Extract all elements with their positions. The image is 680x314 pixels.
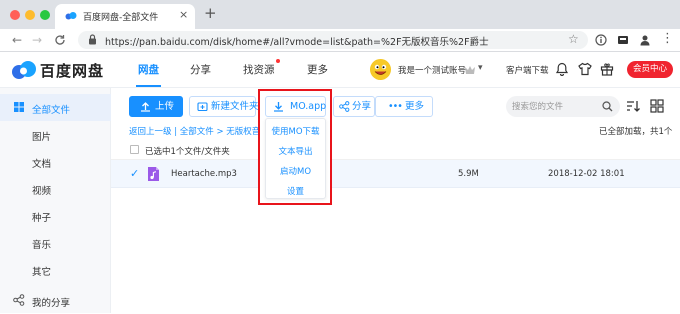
bell-icon[interactable] — [555, 62, 569, 76]
gift-icon[interactable] — [600, 62, 614, 76]
app-header: 百度网盘 网盘 分享 找资源 更多 我是一个测试账号 ▾ 客户端下载 会员中心 — [0, 52, 680, 88]
sidebar-item-documents[interactable]: 文档 — [0, 148, 111, 175]
account-chevron-down-icon[interactable]: ▾ — [478, 63, 483, 73]
sidebar-item-label: 音乐 — [32, 240, 52, 251]
sort-icon[interactable] — [626, 99, 640, 113]
profile-avatar-icon[interactable] — [639, 34, 651, 46]
more-dots-icon: ••• — [388, 101, 403, 112]
sidebar-item-other[interactable]: 其它 — [0, 256, 111, 283]
sidebar-item-images[interactable]: 图片 — [0, 121, 111, 148]
share-button[interactable]: 分享 — [333, 96, 375, 117]
search-icon[interactable] — [602, 101, 613, 112]
baidu-pan-favicon-icon — [65, 12, 77, 20]
nav-active-indicator — [136, 85, 161, 87]
baidu-pan-logo-icon[interactable] — [11, 59, 37, 81]
client-download-link[interactable]: 客户端下载 — [506, 64, 549, 76]
sidebar-item-all-files[interactable]: 全部文件 — [0, 94, 111, 121]
tab-close-icon[interactable]: × — [179, 8, 188, 21]
extension-box-icon[interactable] — [617, 34, 629, 46]
avatar[interactable] — [370, 59, 391, 80]
nav-share[interactable]: 分享 — [190, 62, 211, 77]
vip-center-button[interactable]: 会员中心 — [627, 61, 673, 78]
menu-item-settings[interactable]: 设置 — [266, 185, 325, 197]
tab-title: 百度网盘-全部文件 — [83, 13, 159, 23]
more-label: 更多 — [405, 101, 425, 112]
row-checkbox-checked-icon[interactable]: ✓ — [130, 167, 139, 180]
smiley-avatar-icon — [370, 59, 391, 80]
mo-app-button[interactable]: MO.app — [265, 96, 326, 117]
shirt-icon[interactable] — [578, 62, 592, 76]
vip-badge-icon — [465, 66, 475, 74]
window-zoom-button[interactable] — [40, 10, 50, 20]
new-folder-label: 新建文件夹 — [211, 101, 259, 112]
sidebar-item-label: 种子 — [32, 213, 52, 224]
account-name[interactable]: 我是一个测试账号 — [398, 64, 466, 76]
upload-icon — [141, 102, 150, 112]
new-folder-button[interactable]: 新建文件夹 — [189, 96, 259, 117]
file-date: 2018-12-02 18:01 — [548, 169, 625, 179]
new-tab-button[interactable]: + — [204, 6, 217, 21]
grid-view-icon[interactable] — [650, 99, 664, 113]
sidebar-item-label: 图片 — [32, 132, 52, 143]
menu-item-download-with-mo[interactable]: 使用MO下载 — [266, 125, 325, 137]
notification-dot — [276, 59, 280, 63]
reload-icon[interactable] — [54, 34, 66, 46]
files-icon — [14, 102, 24, 112]
sidebar-item-my-shares[interactable]: 我的分享 — [0, 287, 111, 314]
loaded-count-text: 已全部加载，共1个 — [599, 127, 673, 137]
sidebar: 全部文件 图片 文档 视频 种子 音乐 其它 我的分享 — [0, 88, 111, 313]
logo-text: 百度网盘 — [40, 62, 105, 80]
sidebar-item-label: 全部文件 — [32, 105, 71, 116]
url-text: https://pan.baidu.com/disk/home#/all?vmo… — [105, 37, 489, 48]
selection-header-row: 已选中1个文件/文件夹 — [111, 140, 680, 160]
sidebar-item-torrents[interactable]: 种子 — [0, 202, 111, 229]
browser-toolbar: ← → https://pan.baidu.com/disk/home#/all… — [0, 29, 680, 52]
upload-button[interactable]: 上传 — [129, 96, 183, 117]
search-box — [506, 96, 620, 117]
share-icon — [339, 101, 350, 112]
sidebar-item-label: 我的分享 — [32, 298, 71, 309]
browser-menu-icon[interactable]: ⋮ — [661, 32, 674, 46]
music-file-icon — [148, 167, 159, 181]
upload-label: 上传 — [155, 101, 175, 112]
sidebar-item-videos[interactable]: 视频 — [0, 175, 111, 202]
selection-count-text: 已选中1个文件/文件夹 — [145, 147, 230, 157]
back-button[interactable]: ← — [12, 33, 22, 47]
address-bar[interactable]: https://pan.baidu.com/disk/home#/all?vmo… — [78, 31, 588, 49]
window-close-button[interactable] — [10, 10, 20, 20]
lock-icon — [89, 34, 96, 45]
sidebar-item-label: 视频 — [32, 186, 52, 197]
sidebar-item-music[interactable]: 音乐 — [0, 229, 111, 256]
share-label: 分享 — [352, 101, 372, 112]
search-input[interactable] — [512, 99, 598, 114]
forward-button[interactable]: → — [32, 33, 42, 47]
menu-item-export-text[interactable]: 文本导出 — [266, 145, 325, 157]
nav-find-resources[interactable]: 找资源 — [243, 62, 275, 77]
nav-more[interactable]: 更多 — [307, 62, 328, 77]
menu-item-launch-mo[interactable]: 启动MO — [266, 165, 325, 177]
more-button[interactable]: ••• 更多 — [375, 96, 433, 117]
nav-wangpan[interactable]: 网盘 — [138, 62, 159, 77]
sidebar-item-label: 其它 — [32, 267, 52, 278]
select-all-checkbox[interactable] — [130, 145, 139, 154]
table-row[interactable]: ✓ Heartache.mp3 5.9M 2018-12-02 18:01 — [111, 160, 680, 188]
mo-app-highlight-frame: MO.app 使用MO下载 文本导出 启动MO 设置 — [258, 89, 332, 205]
share-icon — [13, 294, 25, 306]
mo-app-label: MO.app — [290, 101, 327, 112]
new-folder-icon — [197, 102, 208, 112]
bookmark-star-icon[interactable]: ☆ — [568, 32, 579, 46]
window-minimize-button[interactable] — [25, 10, 35, 20]
extension-info-icon[interactable] — [595, 34, 607, 46]
file-size: 5.9M — [458, 169, 479, 179]
mo-app-dropdown-menu: 使用MO下载 文本导出 启动MO 设置 — [265, 118, 326, 199]
sidebar-item-label: 文档 — [32, 159, 52, 170]
download-icon — [274, 102, 283, 112]
file-name[interactable]: Heartache.mp3 — [171, 169, 237, 179]
browser-tab[interactable]: 百度网盘-全部文件 × — [55, 4, 195, 29]
browser-tab-strip: 百度网盘-全部文件 × + — [0, 0, 680, 29]
